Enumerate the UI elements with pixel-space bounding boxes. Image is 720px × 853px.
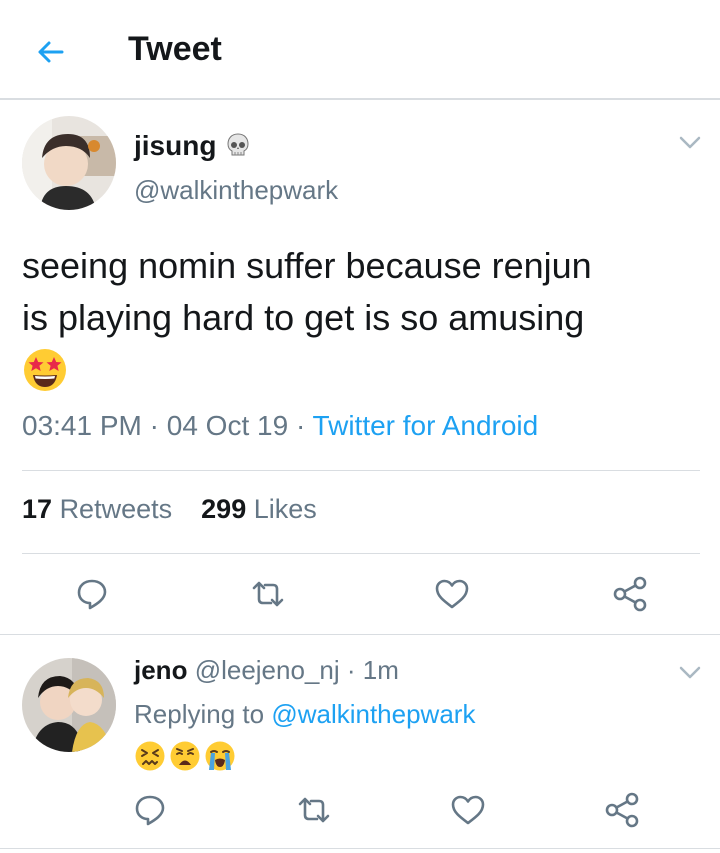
retweets-label: Retweets: [59, 494, 173, 524]
chevron-down-icon: [679, 666, 701, 679]
author-name-text: jisung: [134, 130, 217, 161]
tweet-stats: 17 Retweets 299 Likes: [22, 494, 317, 525]
reply-text: [134, 740, 236, 772]
tweet-time: 03:41 PM: [22, 410, 142, 441]
share-icon: [613, 576, 647, 612]
author-handle[interactable]: @walkinthepwark: [134, 175, 338, 206]
share-button[interactable]: [606, 570, 654, 618]
reply-time: 1m: [362, 655, 399, 685]
share-icon: [605, 792, 639, 828]
reply-button[interactable]: [126, 786, 174, 834]
page-title: Tweet: [128, 30, 222, 68]
reply-button[interactable]: [68, 570, 116, 618]
retweet-button[interactable]: [244, 570, 292, 618]
like-button[interactable]: [444, 786, 492, 834]
retweets-stat[interactable]: 17 Retweets: [22, 494, 180, 524]
reply-menu-button[interactable]: [675, 658, 705, 688]
divider: [22, 470, 700, 471]
section-divider: [0, 848, 720, 849]
like-button[interactable]: [428, 570, 476, 618]
meta-separator: ·: [295, 410, 306, 441]
skull-emoji: [227, 133, 249, 156]
likes-stat[interactable]: 299 Likes: [201, 494, 317, 524]
avatar[interactable]: [22, 116, 116, 210]
chevron-down-icon: [679, 136, 701, 149]
share-button[interactable]: [598, 786, 646, 834]
replying-to-link[interactable]: @walkinthepwark: [271, 699, 475, 729]
like-icon: [451, 795, 485, 825]
divider: [22, 553, 700, 554]
tweet-menu-button[interactable]: [675, 128, 705, 158]
likes-label: Likes: [253, 494, 317, 524]
meta-separator: ·: [149, 410, 159, 441]
reply-header: jeno @leejeno_nj · 1m: [134, 655, 399, 686]
star-struck-emoji: [24, 349, 66, 391]
retweets-count: 17: [22, 494, 53, 524]
section-divider: [0, 634, 720, 635]
replying-to: Replying to @walkinthepwark: [134, 699, 475, 730]
loudly-crying-emoji: [205, 741, 235, 771]
back-button[interactable]: [30, 32, 70, 72]
tweet-meta: 03:41 PM · 04 Oct 19 · Twitter for Andro…: [22, 410, 538, 442]
reply-author-name[interactable]: jeno: [134, 655, 187, 685]
tweet-date: 04 Oct 19: [166, 410, 289, 441]
arrow-left-icon: [38, 41, 64, 63]
top-app-bar: Tweet: [0, 0, 720, 100]
reply-author-handle[interactable]: @leejeno_nj: [195, 655, 340, 685]
tweet-text-line: is playing hard to get is so amusing: [22, 297, 585, 338]
reply-icon: [77, 579, 107, 610]
author-name[interactable]: jisung: [134, 130, 250, 162]
retweet-icon: [298, 797, 330, 823]
confounded-emoji: [135, 741, 165, 771]
weary-emoji: [170, 741, 200, 771]
like-icon: [435, 579, 469, 609]
likes-count: 299: [201, 494, 247, 524]
replying-to-label: Replying to: [134, 699, 265, 729]
tweet-text-line: seeing nomin suffer because renjun: [22, 245, 592, 286]
meta-separator: ·: [346, 655, 356, 685]
reply-icon: [135, 795, 165, 826]
tweet-text: seeing nomin suffer because renjun is pl…: [22, 240, 702, 396]
tweet-source-link[interactable]: Twitter for Android: [313, 410, 539, 441]
retweet-icon: [252, 581, 284, 607]
retweet-button[interactable]: [290, 786, 338, 834]
avatar[interactable]: [22, 658, 116, 752]
